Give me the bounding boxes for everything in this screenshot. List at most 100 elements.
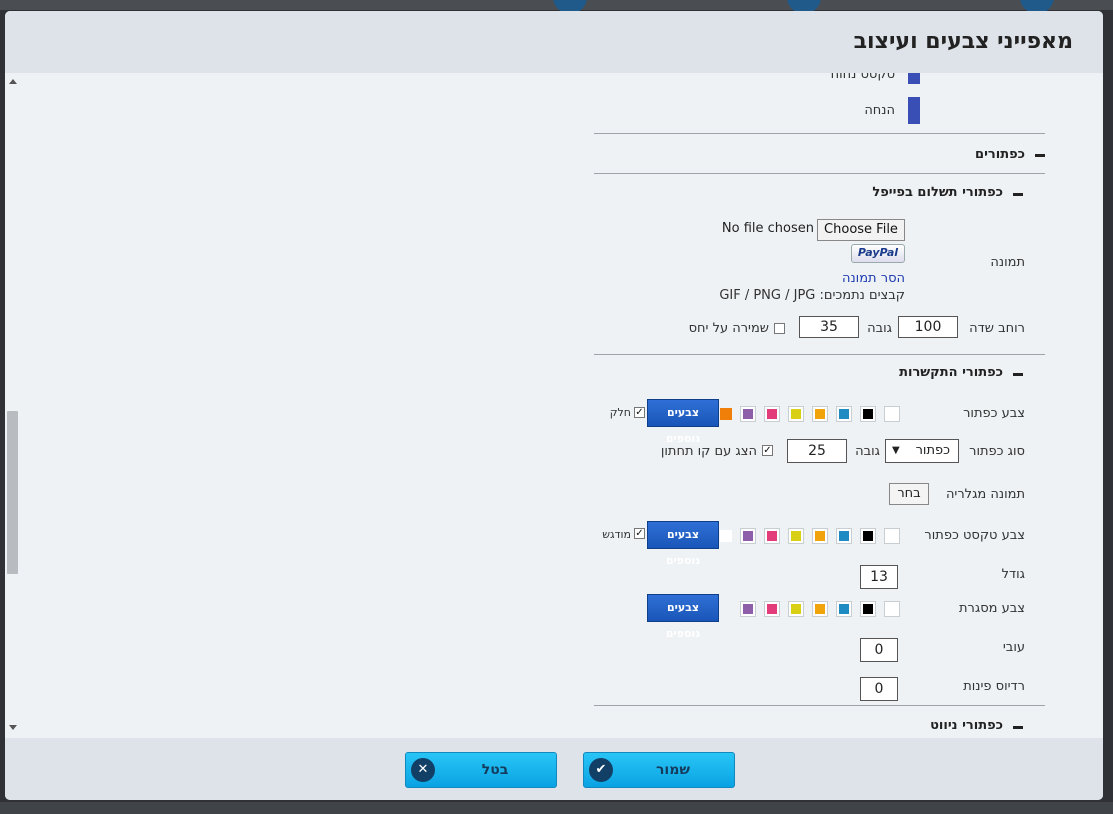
color-swatch[interactable] <box>788 601 804 617</box>
color-swatch[interactable] <box>908 97 920 124</box>
color-swatch-fill <box>839 531 849 541</box>
bold-label: מודגש <box>602 528 631 541</box>
underline-label: הצג עם קו תחתון <box>660 444 757 459</box>
scroll-thumb[interactable] <box>7 411 18 574</box>
cancel-button-label: בטל <box>481 762 509 778</box>
button-color-label: צבע כפתור <box>963 406 1025 421</box>
smooth-label: חלק <box>609 406 631 419</box>
collapse-minus-icon[interactable] <box>1035 154 1045 157</box>
color-swatch[interactable] <box>740 601 756 617</box>
modal-footer: ✔ שמור ✕ בטל <box>5 738 1103 800</box>
keep-ratio-checkbox[interactable] <box>774 323 785 334</box>
color-swatch[interactable] <box>860 601 876 617</box>
smooth-checkbox[interactable]: ✓ <box>634 407 645 418</box>
color-swatch[interactable] <box>740 528 756 544</box>
close-icon: ✕ <box>411 758 435 782</box>
color-swatch[interactable] <box>740 406 756 422</box>
more-colors-button[interactable]: צבעים נוספים <box>647 594 719 640</box>
divider <box>594 173 1045 174</box>
color-swatch-fill <box>767 409 777 419</box>
bold-checkbox[interactable]: ✓ <box>634 528 645 539</box>
section-title-link-buttons[interactable]: כפתורי התקשרות <box>899 365 1003 380</box>
choose-file-button[interactable]: Choose File <box>817 219 905 241</box>
color-swatch[interactable] <box>884 406 900 422</box>
color-swatch-fill <box>887 409 897 419</box>
divider <box>594 705 1045 706</box>
collapse-minus-icon[interactable] <box>1013 373 1023 376</box>
color-swatch[interactable] <box>836 406 852 422</box>
corner-radius-label: רדיוס פינות <box>963 679 1025 694</box>
color-swatch-fill <box>839 604 849 614</box>
corner-radius-input[interactable]: 0 <box>860 677 898 701</box>
collapse-minus-icon[interactable] <box>1013 726 1023 729</box>
color-swatch-fill <box>815 604 825 614</box>
color-swatch[interactable] <box>836 528 852 544</box>
no-file-text: No file chosen <box>721 221 814 236</box>
button-type-label: סוג כפתור <box>969 444 1025 459</box>
modal-content[interactable]: טקסט נחוח הנחה כפתורים כפתורי תשלום בפיי… <box>5 73 1103 738</box>
thickness-input[interactable]: 0 <box>860 638 898 662</box>
color-swatch[interactable] <box>788 406 804 422</box>
color-swatch[interactable] <box>908 73 920 84</box>
section-title-nav-buttons[interactable]: כפתורי ניווט <box>930 718 1003 733</box>
color-swatch[interactable] <box>788 528 804 544</box>
choose-gallery-button[interactable]: בחר <box>889 483 929 505</box>
button-text-color-label: צבע טקסט כפתור <box>924 528 1025 543</box>
color-swatch[interactable] <box>836 601 852 617</box>
background-footer <box>0 802 1113 814</box>
selected-color-swatch[interactable] <box>720 408 732 420</box>
row-label: טקסט נחוח <box>830 73 895 82</box>
cancel-button[interactable]: ✕ בטל <box>405 752 557 788</box>
color-swatch-fill <box>887 531 897 541</box>
save-button[interactable]: ✔ שמור <box>583 752 735 788</box>
color-swatch[interactable] <box>764 406 780 422</box>
more-colors-button[interactable]: צבעים נוספים <box>647 399 719 445</box>
color-swatch-fill <box>743 409 753 419</box>
scrollbar[interactable] <box>5 73 19 738</box>
dropdown-arrow-icon: ▼ <box>892 445 900 456</box>
keep-ratio-label: שמירה על יחס <box>688 321 769 336</box>
color-swatch-fill <box>791 409 801 419</box>
color-swatch-fill <box>815 531 825 541</box>
section-title-buttons[interactable]: כפתורים <box>975 147 1025 162</box>
scroll-down-arrow-icon[interactable] <box>9 725 17 730</box>
scroll-up-arrow-icon[interactable] <box>9 79 17 84</box>
width-input[interactable]: 100 <box>898 316 958 338</box>
remove-image-link[interactable]: הסר תמונה <box>842 271 905 286</box>
color-swatch-fill <box>863 531 873 541</box>
height-input[interactable]: 35 <box>799 316 859 338</box>
color-swatch[interactable] <box>860 528 876 544</box>
border-color-label: צבע מסגרת <box>958 601 1025 616</box>
section-title-paypal[interactable]: כפתורי תשלום בפייפל <box>872 185 1003 200</box>
color-swatch-fill <box>767 604 777 614</box>
color-swatch-fill <box>839 409 849 419</box>
color-swatch-fill <box>767 531 777 541</box>
color-swatch-fill <box>815 409 825 419</box>
thickness-label: עובי <box>1002 640 1025 655</box>
underline-checkbox[interactable]: ✓ <box>762 445 773 456</box>
color-swatch[interactable] <box>812 601 828 617</box>
color-swatch-fill <box>743 531 753 541</box>
color-swatch[interactable] <box>860 406 876 422</box>
color-swatch[interactable] <box>884 601 900 617</box>
selected-color-swatch[interactable] <box>720 530 732 542</box>
button-height-input[interactable]: 25 <box>787 439 847 463</box>
color-swatch-fill <box>791 531 801 541</box>
color-swatch-fill <box>887 604 897 614</box>
color-swatch[interactable] <box>812 406 828 422</box>
button-type-select[interactable]: כפתור ▼ <box>885 439 959 463</box>
color-swatch-fill <box>791 604 801 614</box>
color-swatch-fill <box>863 604 873 614</box>
paypal-logo: PayPal <box>851 244 905 263</box>
color-swatch[interactable] <box>764 601 780 617</box>
color-swatch[interactable] <box>764 528 780 544</box>
gallery-image-label: תמונה מגלריה <box>945 487 1025 502</box>
more-colors-button[interactable]: צבעים נוספים <box>647 521 719 567</box>
collapse-minus-icon[interactable] <box>1013 193 1023 196</box>
color-swatch[interactable] <box>884 528 900 544</box>
row-label: הנחה <box>864 103 895 118</box>
size-input[interactable]: 13 <box>860 565 898 589</box>
image-label: תמונה <box>990 255 1025 270</box>
divider <box>594 354 1045 355</box>
color-swatch[interactable] <box>812 528 828 544</box>
